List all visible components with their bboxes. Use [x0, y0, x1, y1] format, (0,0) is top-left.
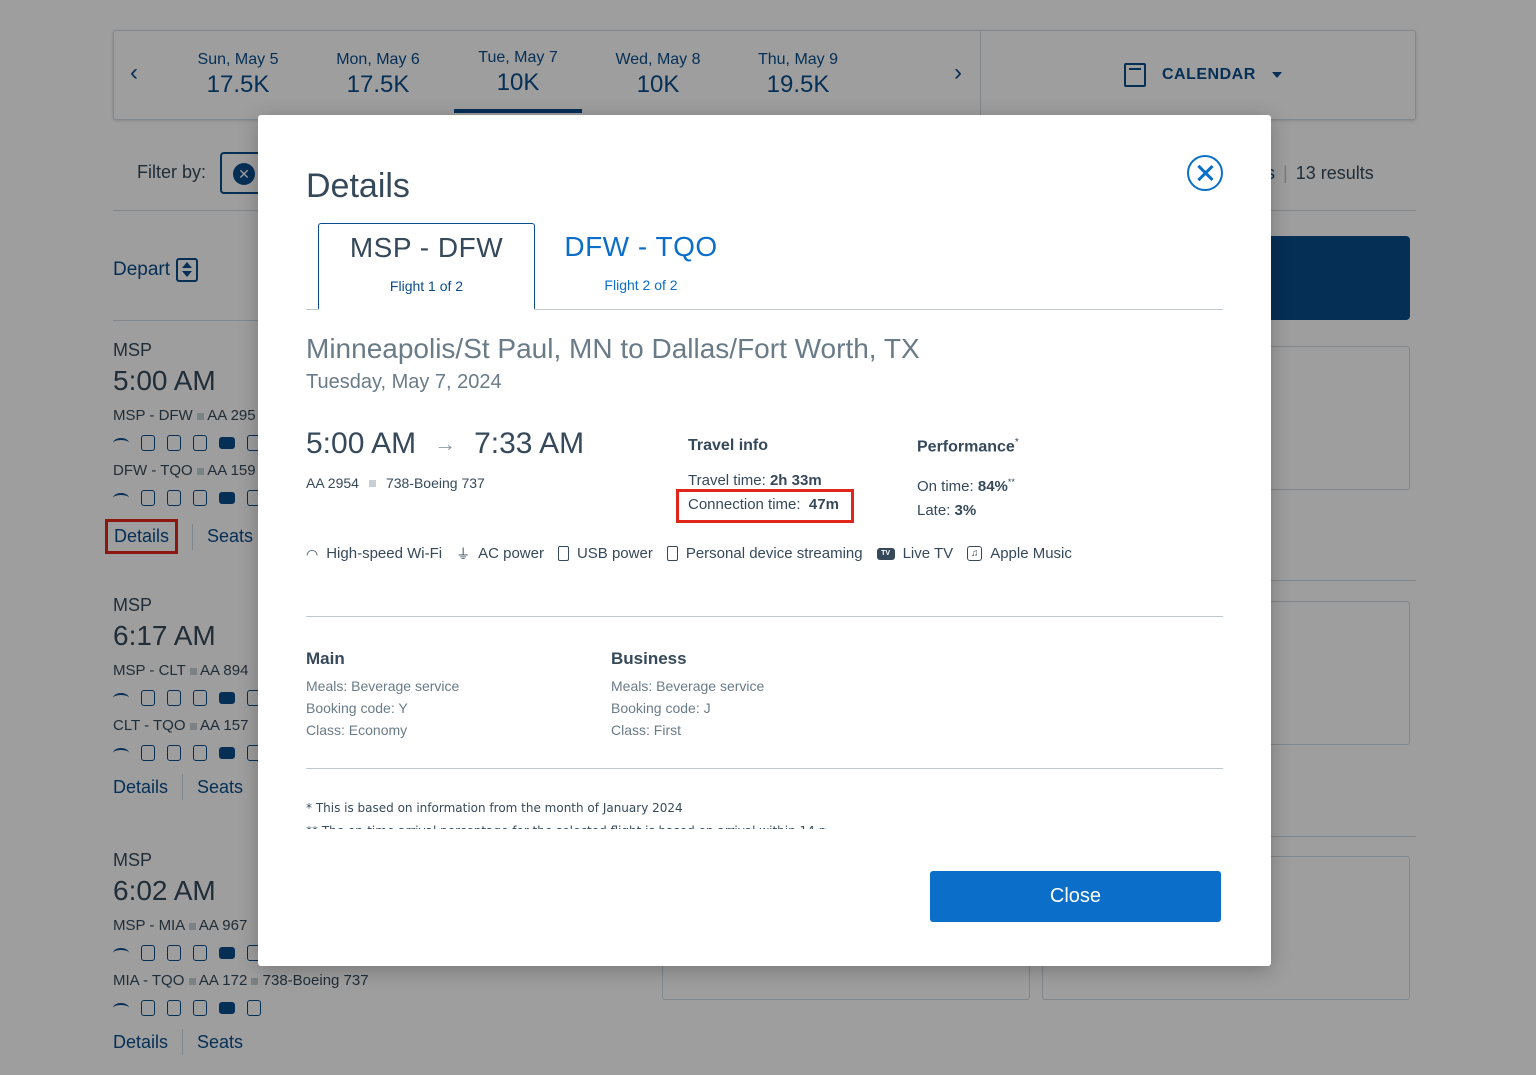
- travel-time-label: Travel time:: [688, 472, 766, 489]
- footnote-mark: **: [1007, 477, 1015, 488]
- footnote: * This is based on information from the …: [306, 801, 683, 815]
- late-value: 3%: [954, 502, 977, 520]
- modal-title: Details: [306, 167, 410, 205]
- flight-number: AA 2954: [306, 475, 359, 491]
- footnote-mark: *: [1014, 437, 1019, 448]
- late: Late: 3%: [917, 503, 1019, 519]
- route-title: Minneapolis/St Paul, MN to Dallas/Fort W…: [306, 333, 920, 364]
- on-time-label: On time:: [917, 478, 974, 496]
- on-time: On time: 84%**: [917, 474, 1019, 495]
- live-tv-icon: TV: [876, 547, 895, 560]
- amenity-usb-power: USB power: [557, 545, 653, 562]
- wifi-icon: ◠: [306, 545, 319, 562]
- amenity-apple-music: ♫ Apple Music: [967, 545, 1072, 562]
- tab-flight-1[interactable]: MSP - DFW Flight 1 of 2: [318, 223, 535, 310]
- divider: [306, 768, 1223, 769]
- cabin-name: Business: [611, 649, 687, 668]
- aircraft-type: 738-Boeing 737: [385, 475, 485, 491]
- amenity-label: Live TV: [902, 545, 954, 562]
- amenity-label: Apple Music: [990, 545, 1072, 562]
- flight-times: 5:00 AM → 7:33 AM: [306, 427, 584, 461]
- close-button[interactable]: Close: [930, 871, 1221, 922]
- divider: [306, 616, 1223, 617]
- cabin-booking-code: Booking code: J: [611, 700, 711, 716]
- tab-route: MSP - DFW: [349, 232, 504, 263]
- amenities-list: ◠ High-speed Wi-Fi ⏚ AC power USB power Pe…: [306, 545, 1072, 562]
- performance-heading: Performance*: [917, 437, 1019, 456]
- performance-heading-text: Performance: [917, 438, 1015, 456]
- arrive-time: 7:33 AM: [474, 427, 585, 460]
- cabin-business: Business Meals: Beverage service Booking…: [611, 649, 764, 741]
- tab-flight-2[interactable]: DFW - TQO Flight 2 of 2: [546, 223, 736, 310]
- separator: [368, 479, 376, 487]
- details-modal: Details MSP - DFW Flight 1 of 2 DFW - TQ…: [258, 115, 1271, 966]
- cabin-booking-code: Booking code: Y: [306, 700, 408, 716]
- device-streaming-icon: [666, 546, 678, 561]
- amenity-label: AC power: [478, 545, 544, 562]
- tab-subtitle: Flight 1 of 2: [389, 278, 464, 294]
- travel-time-value: 2h 33m: [769, 472, 822, 489]
- apple-music-icon: ♫: [967, 546, 983, 561]
- depart-time: 5:00 AM: [306, 427, 417, 460]
- footnote-cut-off: ** The on-time arrival percentage for th…: [306, 819, 826, 829]
- tab-route: DFW - TQO: [564, 231, 718, 262]
- cabin-meals: Meals: Beverage service: [611, 678, 765, 694]
- amenity-label: High-speed Wi-Fi: [326, 545, 443, 562]
- on-time-value: 84%: [977, 478, 1008, 496]
- cabin-meals: Meals: Beverage service: [306, 678, 460, 694]
- amenity-wifi: ◠ High-speed Wi-Fi: [306, 545, 442, 562]
- amenity-streaming: Personal device streaming: [666, 545, 863, 562]
- amenity-label: Personal device streaming: [685, 545, 863, 562]
- cabin-class: Class: Economy: [306, 722, 408, 738]
- amenity-label: USB power: [576, 545, 653, 562]
- usb-power-icon: [557, 546, 569, 561]
- cabin-main: Main Meals: Beverage service Booking cod…: [306, 649, 459, 741]
- close-icon[interactable]: [1187, 155, 1223, 191]
- travel-time: Travel time: 2h 33m: [688, 473, 839, 489]
- ac-power-icon: ⏚: [456, 545, 471, 562]
- performance-info: Performance* On time: 84%** Late: 3%: [917, 437, 1019, 519]
- amenity-ac-power: ⏚ AC power: [456, 545, 544, 562]
- flight-equipment: AA 2954 738-Boeing 737: [306, 475, 485, 491]
- highlight-box: [676, 489, 854, 523]
- cabin-class: Class: First: [611, 722, 681, 738]
- amenity-live-tv: TV Live TV: [876, 545, 954, 562]
- cabin-name: Main: [306, 649, 345, 668]
- late-label: Late:: [917, 502, 951, 520]
- route-date: Tuesday, May 7, 2024: [306, 371, 502, 393]
- arrow-right-icon: →: [434, 431, 457, 456]
- flight-tabs: MSP - DFW Flight 1 of 2 DFW - TQO Flight…: [306, 223, 1223, 310]
- travel-info-heading: Travel info: [688, 437, 769, 454]
- tab-subtitle: Flight 2 of 2: [604, 277, 678, 293]
